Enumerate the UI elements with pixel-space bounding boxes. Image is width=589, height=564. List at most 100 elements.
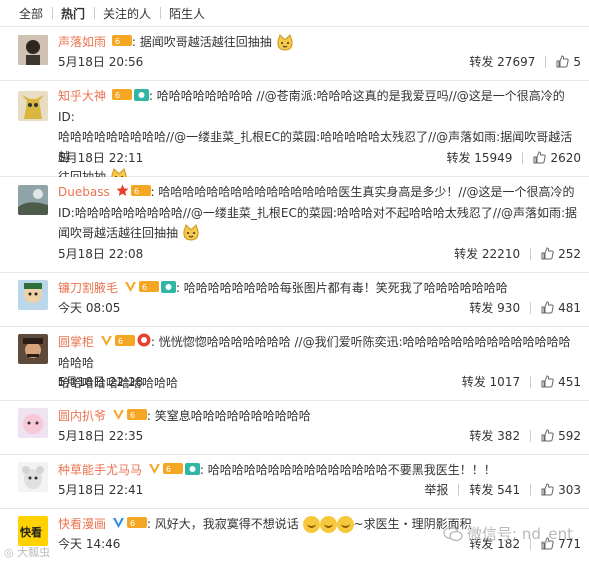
comment-date: 5月18日 22:28 — [58, 375, 144, 389]
repost-button[interactable]: 转发 15949 — [446, 149, 512, 166]
comment-text: : 据闻吹哥越活越往回抽抽 — [131, 35, 272, 49]
avatar[interactable]: 快看 — [18, 516, 48, 546]
svg-text:6: 6 — [142, 283, 147, 292]
svg-text:6: 6 — [115, 37, 120, 46]
repost-button[interactable]: 转发 930 — [469, 299, 520, 316]
verified-v-icon — [124, 279, 137, 299]
report-button[interactable]: 举报 — [424, 481, 448, 498]
filter-tabs: 全部 热门 关注的人 陌生人 — [0, 0, 589, 27]
star-badge-icon — [116, 183, 129, 203]
thumbs-up-icon — [541, 429, 554, 442]
repost-button[interactable]: 转发 382 — [469, 427, 520, 444]
comment-username[interactable]: 镰刀割腋毛 — [58, 281, 118, 295]
comment-body: 圆内扒爷 6: 笑窒息哈哈哈哈哈哈哈哈哈哈 — [58, 406, 579, 427]
like-count: 5 — [573, 54, 581, 69]
like-count: 592 — [558, 428, 581, 443]
avatar[interactable] — [18, 462, 48, 492]
like-count: 303 — [558, 482, 581, 497]
comment-body: 种草能手尤马马 6: 哈哈哈哈哈哈哈哈哈哈哈哈哈哈哈不要黑我医生！！！ — [58, 460, 579, 481]
comment-actions: 转发 382 592 — [469, 427, 581, 444]
comment-body: Duebass 6: 哈哈哈哈哈哈哈哈哈哈哈哈哈哈哈医生真实身高是多少！//@这… — [58, 182, 579, 243]
comment-username[interactable]: 快看漫画 — [58, 517, 106, 531]
vip-crown-icon: 6 — [126, 407, 147, 427]
camera-badge-icon — [133, 87, 149, 107]
repost-button[interactable]: 转发 1017 — [462, 373, 520, 390]
comment-username[interactable]: 知乎大神 — [58, 89, 106, 103]
comment-item: 知乎大神 6: 哈哈哈哈哈哈哈哈 //@苍南派:哈哈哈这真的是我爱豆吗//@这是… — [0, 81, 589, 185]
like-button[interactable]: 303 — [541, 483, 581, 497]
like-count: 2620 — [550, 150, 581, 165]
comment-text: : 风好大，我寂寞得不想说话 — [146, 517, 299, 531]
comment-actions: 转发 1017 451 — [462, 373, 581, 390]
divider — [530, 429, 532, 442]
comment-actions: 转发 930 481 — [469, 299, 581, 316]
avatar[interactable] — [18, 334, 48, 364]
verified-v-icon — [112, 515, 125, 535]
comment-actions: 举报 转发 541 303 — [424, 481, 581, 498]
comment-username[interactable]: 声落如雨 — [58, 35, 106, 49]
like-count: 451 — [558, 374, 581, 389]
wechat-watermark: 微信号: nd_ent — [443, 523, 573, 544]
comment-page: 全部 热门 关注的人 陌生人 声落如雨 6 : 据闻吹哥越活越往回抽抽 5月18日… — [0, 0, 589, 564]
like-button[interactable]: 5 — [556, 55, 581, 69]
comment-text: : 笑窒息哈哈哈哈哈哈哈哈哈哈 — [146, 409, 311, 423]
verified-v-icon — [100, 333, 113, 353]
like-button[interactable]: 2620 — [533, 151, 581, 165]
repost-button[interactable]: 转发 541 — [469, 481, 520, 498]
vip-crown-icon: 6 — [111, 87, 132, 107]
comment-text: : 哈哈哈哈哈哈哈哈每张图片都有毒！笑死我了哈哈哈哈哈哈哈 — [175, 281, 508, 295]
tab-following[interactable]: 关注的人 — [94, 5, 160, 22]
wechat-icon — [443, 526, 463, 541]
comment-date: 5月18日 22:08 — [58, 247, 144, 261]
comment-text-line: : 恍恍惚惚哈哈哈哈哈哈哈 //@我们爱听陈奕迅:哈哈哈哈哈哈哈哈哈哈哈哈哈哈哈… — [58, 335, 571, 370]
comment-item: 种草能手尤马马 6: 哈哈哈哈哈哈哈哈哈哈哈哈哈哈哈不要黑我医生！！！ 5月18… — [0, 455, 589, 509]
comment-date: 5月18日 22:11 — [58, 151, 144, 165]
verified-v-icon — [112, 407, 125, 427]
comment-username[interactable]: 种草能手尤马马 — [58, 463, 142, 477]
avatar[interactable] — [18, 408, 48, 438]
avatar[interactable] — [18, 280, 48, 310]
camera-badge-icon — [184, 461, 200, 481]
thumbs-up-icon — [533, 151, 547, 164]
like-button[interactable]: 481 — [541, 301, 581, 315]
like-button[interactable]: 592 — [541, 429, 581, 443]
avatar[interactable] — [18, 35, 48, 65]
comment-username[interactable]: 圆掌柜 — [58, 335, 94, 349]
divider — [458, 483, 460, 496]
thumbs-up-icon — [541, 483, 554, 496]
sad-face-emoji-icon — [336, 516, 354, 533]
comment-item: 圆掌柜 6: 恍恍惚惚哈哈哈哈哈哈哈 //@我们爱听陈奕迅:哈哈哈哈哈哈哈哈哈哈… — [0, 327, 589, 401]
thumbs-up-icon — [541, 247, 554, 260]
comment-username[interactable]: 圆内扒爷 — [58, 409, 106, 423]
like-button[interactable]: 252 — [541, 247, 581, 261]
tab-hot[interactable]: 热门 — [52, 5, 94, 22]
comment-actions: 转发 15949 2620 — [446, 149, 581, 166]
comment-list: 声落如雨 6 : 据闻吹哥越活越往回抽抽 5月18日 20:56 转发 27697… — [0, 27, 589, 561]
repost-button[interactable]: 转发 22210 — [454, 245, 520, 262]
comment-text: : 哈哈哈哈哈哈哈哈哈哈哈哈哈哈哈不要黑我医生！！！ — [199, 463, 496, 477]
comment-date: 今天 14:46 — [58, 537, 121, 551]
comment-body: 声落如雨 6 : 据闻吹哥越活越往回抽抽 — [58, 32, 579, 53]
tab-strangers[interactable]: 陌生人 — [160, 5, 214, 22]
svg-text:6: 6 — [115, 91, 120, 100]
comment-date: 5月18日 20:56 — [58, 55, 144, 69]
divider — [530, 301, 532, 314]
thumbs-up-icon — [541, 375, 554, 388]
like-button[interactable]: 451 — [541, 375, 581, 389]
comment-username[interactable]: Duebass — [58, 185, 110, 199]
comment-item: 镰刀割腋毛 6: 哈哈哈哈哈哈哈哈每张图片都有毒！笑死我了哈哈哈哈哈哈哈 今天 … — [0, 273, 589, 327]
tab-all[interactable]: 全部 — [10, 5, 52, 22]
watermark-text: 微信号: nd_ent — [467, 525, 573, 543]
avatar[interactable] — [18, 91, 48, 121]
repost-button[interactable]: 转发 27697 — [469, 53, 535, 70]
vip-crown-icon: 6 — [130, 183, 151, 203]
vip-crown-icon: 6 — [138, 279, 159, 299]
sad-face-emoji-icon — [302, 516, 320, 533]
svg-text:快看: 快看 — [19, 525, 42, 539]
avatar[interactable] — [18, 185, 48, 215]
cat-emoji-icon — [276, 33, 294, 52]
like-count: 252 — [558, 246, 581, 261]
comment-text-line: : 哈哈哈哈哈哈哈哈哈哈哈哈哈哈哈医生真实身高是多少！//@这是一个很高冷的 — [150, 185, 575, 199]
vip-crown-icon: 6 — [114, 333, 135, 353]
cat-emoji-icon — [182, 224, 200, 242]
